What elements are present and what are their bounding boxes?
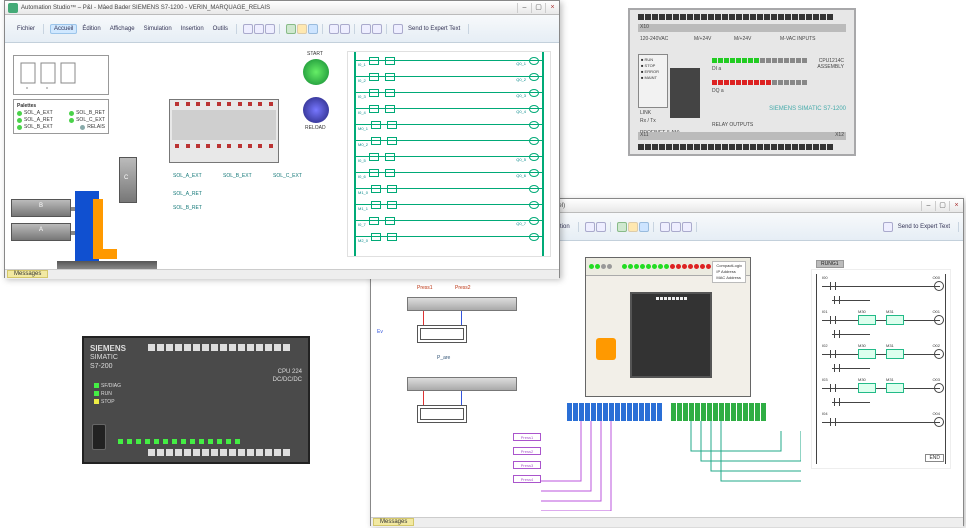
component-icon[interactable] bbox=[682, 222, 692, 232]
plc-tag-box: CompactLogixIP AddressMAC Address bbox=[712, 261, 746, 283]
wiring-lines bbox=[521, 401, 801, 511]
ladder-rung[interactable]: I0_1Q0_1 bbox=[356, 60, 542, 70]
app-window-1[interactable]: Automation Studio™ – P&I - Mâed Bader SI… bbox=[4, 0, 560, 278]
ladder-rung[interactable]: I02M30M31O02 bbox=[822, 354, 940, 355]
ladder-rung[interactable]: I0_4Q0_4 bbox=[356, 108, 542, 118]
ladder-rung[interactable]: I04O04 bbox=[822, 422, 940, 423]
maximize-button[interactable]: ▢ bbox=[935, 201, 949, 211]
drawing-canvas-2[interactable]: Press1 Press2 Ev P_are Press1 Press2 Pre… bbox=[371, 241, 963, 517]
plc-graphic bbox=[169, 99, 279, 163]
status-tab[interactable]: Messages bbox=[7, 270, 48, 278]
ribbon-tab[interactable]: Fichier bbox=[13, 24, 39, 34]
palette-title: Palettes bbox=[17, 103, 105, 109]
ribbon-tab[interactable]: Outils bbox=[209, 24, 232, 34]
component-icon[interactable] bbox=[361, 24, 371, 34]
wire-icon[interactable] bbox=[372, 24, 382, 34]
ladder-rung[interactable]: I0_2Q0_2 bbox=[356, 76, 542, 86]
save-icon[interactable] bbox=[243, 24, 253, 34]
pneumatic-schematic: A B C bbox=[11, 151, 157, 271]
compactlogix-plc: CompactLogixIP AddressMAC Address bbox=[585, 257, 751, 397]
ribbon-tab[interactable]: Insertion bbox=[177, 24, 208, 34]
window-title: Automation Studio™ – P&I - Mâed Bader SI… bbox=[21, 5, 270, 11]
maximize-button[interactable]: ▢ bbox=[531, 3, 545, 13]
ladder-rung[interactable]: M0_1 bbox=[356, 124, 542, 134]
stop-sim-icon[interactable] bbox=[308, 24, 318, 34]
plc-cpu-module bbox=[630, 292, 712, 378]
redo-icon[interactable] bbox=[265, 24, 275, 34]
palette-item[interactable]: SOL_B_EXTRELAIS bbox=[17, 124, 105, 130]
ladder-rung[interactable]: M2_0 bbox=[356, 236, 542, 246]
pause-sim-icon[interactable] bbox=[297, 24, 307, 34]
palette-mini bbox=[13, 55, 109, 95]
brand-label: SIEMENS SIMATIC S7-1200 bbox=[769, 106, 846, 112]
ladder-rung[interactable]: M1_1 bbox=[356, 204, 542, 214]
minimize-button[interactable]: – bbox=[921, 201, 935, 211]
ribbon-tab[interactable]: Édition bbox=[78, 24, 104, 34]
valve-1 bbox=[417, 325, 467, 343]
ladder-rung[interactable]: I03M30M31O03 bbox=[822, 388, 940, 389]
keyswitch-icon[interactable] bbox=[596, 338, 616, 360]
comm-port-icon bbox=[92, 424, 106, 450]
ribbon-tab[interactable]: Accueil bbox=[50, 24, 77, 34]
titlebar-1[interactable]: Automation Studio™ – P&I - Mâed Bader SI… bbox=[5, 1, 559, 15]
undo-icon[interactable] bbox=[254, 24, 264, 34]
stop-sim-icon[interactable] bbox=[639, 222, 649, 232]
end-marker: END bbox=[925, 454, 944, 462]
ribbon-tab[interactable]: Simulation bbox=[140, 24, 176, 34]
reload-button[interactable] bbox=[303, 97, 329, 123]
palette-panel[interactable]: Palettes SOL_A_EXTSOL_B_RET SOL_A_RETSOL… bbox=[13, 99, 109, 134]
close-button[interactable]: × bbox=[545, 3, 559, 13]
ladder-rung[interactable]: M0_2 bbox=[356, 140, 542, 150]
save-icon[interactable] bbox=[585, 222, 595, 232]
ladder-rung[interactable]: I0_7Q0_7 bbox=[356, 220, 542, 230]
undo-icon[interactable] bbox=[596, 222, 606, 232]
workpiece-bracket bbox=[93, 199, 117, 259]
rung-title: RUNG1 bbox=[816, 260, 844, 268]
cpu-status-panel: ■ RUN ■ STOP ■ ERROR ■ MAINT bbox=[638, 54, 668, 108]
expert-icon[interactable] bbox=[883, 222, 893, 232]
ladder-rung[interactable]: I0_6Q0_6 bbox=[356, 172, 542, 182]
ladder-diagram-2[interactable]: RUNG1 END I00O00I01M30M31O01I02M30M31O02… bbox=[811, 269, 951, 469]
siemens-s7-1200-image: X10 120-240VAC M/+24V M/+24V M-VAC INPUT… bbox=[628, 8, 856, 156]
pause-sim-icon[interactable] bbox=[628, 222, 638, 232]
siemens-s7-200-image: SIEMENS SIMATIC S7-200 CPU 224DC/DC/DC S… bbox=[82, 336, 310, 464]
status-tab[interactable]: Messages bbox=[373, 518, 414, 526]
hyd-cylinder-2 bbox=[407, 377, 517, 391]
zoom-icon[interactable] bbox=[329, 24, 339, 34]
ladder-rung[interactable]: I0_3Q0_3 bbox=[356, 92, 542, 102]
expert-icon[interactable] bbox=[393, 24, 403, 34]
ethernet-port-icon bbox=[670, 68, 700, 118]
close-button[interactable]: × bbox=[949, 201, 963, 211]
send-expert-label[interactable]: Send to Expert Text bbox=[404, 24, 464, 34]
send-expert-label[interactable]: Send to Expert Text bbox=[894, 222, 954, 232]
ladder-rung[interactable]: I01M30M31O01 bbox=[822, 320, 940, 321]
ladder-diagram-1[interactable]: I0_1Q0_1 I0_2Q0_2 I0_3Q0_3 I0_4Q0_4 M0_1 M0_2… bbox=[347, 51, 551, 257]
valve-2 bbox=[417, 405, 467, 423]
grid-icon[interactable] bbox=[671, 222, 681, 232]
statusbar-2: Messages bbox=[371, 517, 963, 527]
palette-item[interactable]: SOL_A_RETSOL_C_EXT bbox=[17, 117, 105, 123]
hyd-cylinder-1 bbox=[407, 297, 517, 311]
start-button[interactable] bbox=[303, 59, 329, 85]
ribbon-tab[interactable]: Affichage bbox=[106, 24, 139, 34]
run-sim-icon[interactable] bbox=[617, 222, 627, 232]
ladder-rung[interactable]: I0_5Q0_5 bbox=[356, 156, 542, 166]
ladder-rung[interactable]: I00O00 bbox=[822, 286, 940, 287]
zoom-icon[interactable] bbox=[660, 222, 670, 232]
palette-item[interactable]: SOL_A_EXTSOL_B_RET bbox=[17, 110, 105, 116]
ladder-rung[interactable]: M1_0 bbox=[356, 188, 542, 198]
pneumatic-symbol-icon bbox=[17, 59, 105, 89]
minimize-button[interactable]: – bbox=[517, 3, 531, 13]
drawing-canvas-1[interactable]: Palettes SOL_A_EXTSOL_B_RET SOL_A_RETSOL… bbox=[5, 43, 559, 269]
run-sim-icon[interactable] bbox=[286, 24, 296, 34]
grid-icon[interactable] bbox=[340, 24, 350, 34]
app-icon bbox=[8, 3, 18, 13]
ribbon-1[interactable]: Fichier Accueil Édition Affichage Simula… bbox=[5, 15, 559, 43]
